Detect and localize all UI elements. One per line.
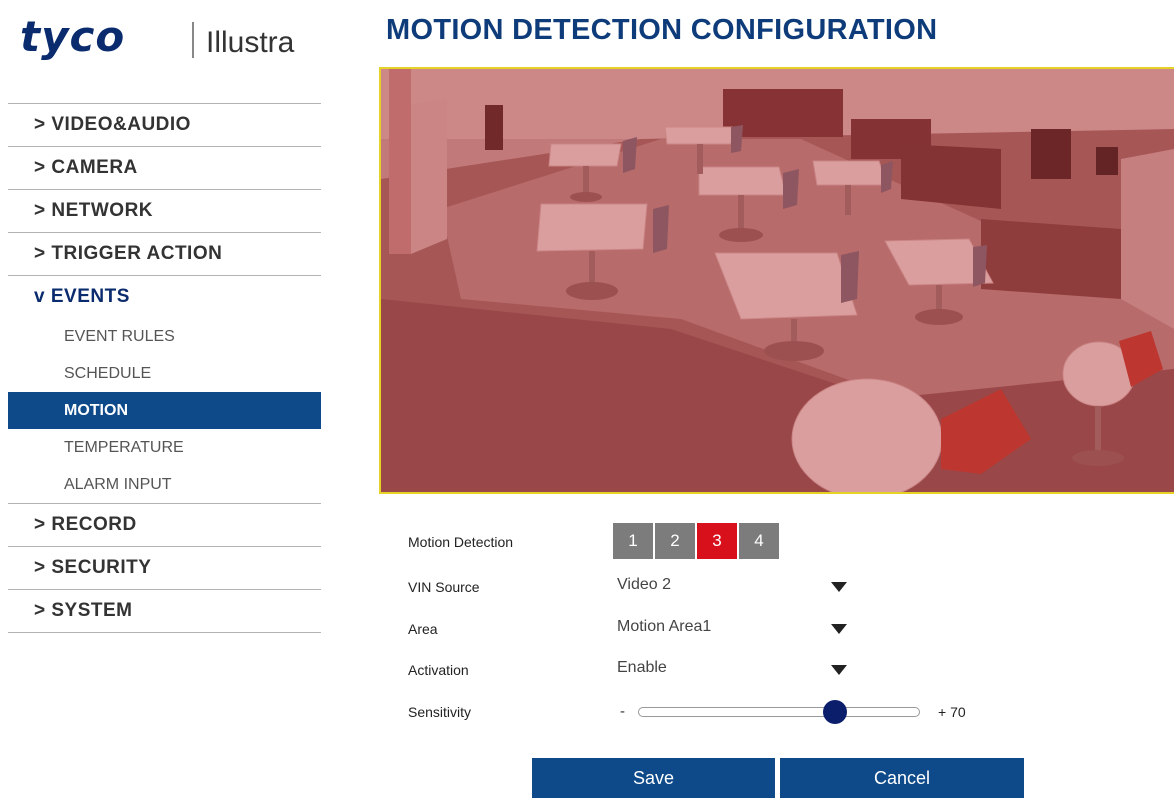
motion-tab-4[interactable]: 4: [739, 523, 779, 559]
activation-label: Activation: [408, 662, 469, 678]
brand-logo: tyco Illustra: [20, 8, 320, 68]
vin-source-label: VIN Source: [408, 579, 480, 595]
nav-record[interactable]: > RECORD: [8, 504, 321, 546]
motion-tab-2[interactable]: 2: [655, 523, 695, 559]
logo-divider: [192, 22, 194, 58]
nav-system[interactable]: > SYSTEM: [8, 590, 321, 632]
nav-temperature[interactable]: TEMPERATURE: [8, 429, 321, 466]
nav-event-rules[interactable]: EVENT RULES: [8, 318, 321, 355]
sensitivity-value-readout: + 70: [938, 704, 966, 720]
slider-knob-icon[interactable]: [823, 700, 847, 724]
nav-schedule[interactable]: SCHEDULE: [8, 355, 321, 392]
caret-down-icon: [831, 582, 847, 592]
save-button[interactable]: Save: [532, 758, 775, 798]
vin-source-select[interactable]: Video 2: [617, 576, 857, 598]
nav-security[interactable]: > SECURITY: [8, 547, 321, 589]
area-label: Area: [408, 621, 438, 637]
area-select[interactable]: Motion Area1: [617, 618, 857, 640]
motion-detection-tabs: 1 2 3 4: [613, 523, 779, 559]
motion-detection-label: Motion Detection: [408, 534, 514, 550]
caret-down-icon: [831, 624, 847, 634]
nav-video-audio[interactable]: > VIDEO&AUDIO: [8, 104, 321, 146]
vin-source-value: Video 2: [617, 576, 671, 593]
sensitivity-max-label: +: [938, 704, 947, 720]
nav-trigger-action[interactable]: > TRIGGER ACTION: [8, 233, 321, 275]
sensitivity-min-label: -: [620, 703, 625, 720]
nav-divider: [8, 632, 321, 633]
logo-illustra: Illustra: [206, 26, 295, 59]
page-title: MOTION DETECTION CONFIGURATION: [386, 14, 938, 46]
motion-area-overlay[interactable]: [381, 69, 1174, 492]
nav-camera[interactable]: > CAMERA: [8, 147, 321, 189]
sensitivity-slider-track[interactable]: [638, 707, 920, 717]
caret-down-icon: [831, 665, 847, 675]
nav-alarm-input[interactable]: ALARM INPUT: [8, 466, 321, 503]
nav-motion[interactable]: MOTION: [8, 392, 321, 429]
video-preview[interactable]: [379, 67, 1174, 494]
nav-events[interactable]: v EVENTS: [8, 276, 321, 318]
motion-tab-3[interactable]: 3: [697, 523, 737, 559]
nav-network[interactable]: > NETWORK: [8, 190, 321, 232]
area-value: Motion Area1: [617, 618, 712, 635]
motion-tab-1[interactable]: 1: [613, 523, 653, 559]
logo-tyco: tyco: [20, 12, 126, 61]
sensitivity-value: 70: [950, 704, 966, 720]
sidebar-nav: > VIDEO&AUDIO > CAMERA > NETWORK > TRIGG…: [8, 103, 321, 633]
activation-value: Enable: [617, 659, 667, 676]
cancel-button[interactable]: Cancel: [780, 758, 1024, 798]
activation-select[interactable]: Enable: [617, 659, 857, 681]
sensitivity-label: Sensitivity: [408, 704, 472, 720]
